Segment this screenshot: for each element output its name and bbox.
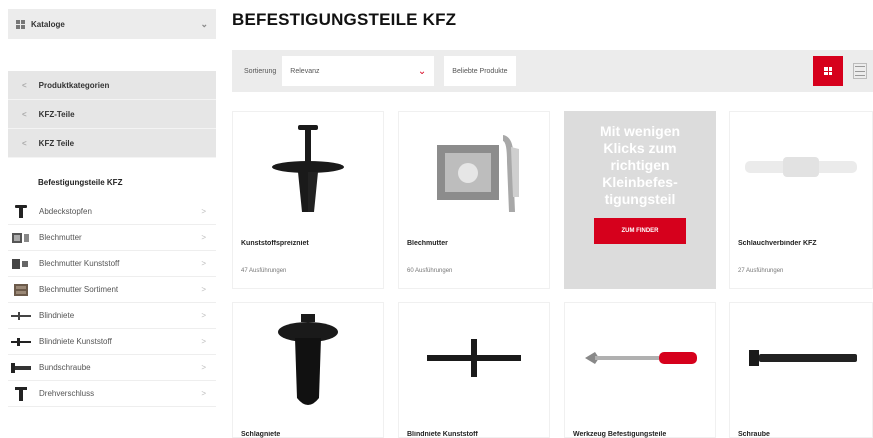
subcategory-item[interactable]: Drehverschluss > [8,381,216,407]
catalog-dropdown[interactable]: Kataloge ⌄ [8,9,216,39]
promo-text: Mit wenigen Klicks zum richtigen Kleinbe… [599,123,681,207]
chevron-right-icon: > [201,363,206,372]
push-rivet-icon [10,204,32,220]
sort-value: Relevanz [290,67,320,75]
drive-rivet-icon [233,303,383,413]
product-card[interactable]: Blechmutter 60 Ausführungen [398,111,550,289]
chevron-right-icon: > [201,233,206,242]
sheet-nut-icon [399,112,549,222]
crumb-kfz-teile[interactable]: < KFZ-Teile [8,100,216,129]
sort-select[interactable]: Relevanz ⌄ [282,56,435,86]
subcategory-item[interactable]: Blechmutter > [8,225,216,251]
blind-rivet-icon [10,308,32,324]
chevron-right-icon: > [201,207,206,216]
crumb-kfz-teile-2[interactable]: < KFZ Teile [8,129,216,158]
crumb-label: KFZ-Teile [38,109,75,119]
finder-button[interactable]: ZUM FINDER [594,218,686,244]
product-name: Schlagniete [241,431,281,438]
hose-connector-icon [730,112,872,222]
current-category: Befestigungsteile KFZ [38,178,123,187]
popular-products-button[interactable]: Beliebte Produkte [444,56,516,86]
category-breadcrumb: < Produktkategorien < KFZ-Teile < KFZ Te… [8,71,216,158]
page-title: BEFESTIGUNGSTEILE KFZ [232,10,457,29]
subcategory-item[interactable]: Blindniete Kunststoff > [8,329,216,355]
chevron-left-icon: < [22,80,27,90]
subcategory-label: Blindniete [39,311,75,320]
sort-label: Sortierung [244,67,277,75]
list-view-button[interactable] [853,63,867,79]
plastic-sheet-nut-icon [10,256,32,272]
spreading-rivet-icon [233,112,383,222]
product-name: Schlauchverbinder KFZ [738,240,817,247]
screw-icon [730,303,872,413]
grid-view-icon [824,67,832,75]
chevron-right-icon: > [201,389,206,398]
subcategory-item[interactable]: Blindniete > [8,303,216,329]
product-variants: 60 Ausführungen [407,268,453,274]
crumb-produktkategorien[interactable]: < Produktkategorien [8,71,216,100]
subcategory-label: Abdeckstopfen [39,207,92,216]
product-variants: 47 Ausführungen [241,268,287,274]
subcategory-label: Blechmutter Sortiment [39,285,119,294]
assortment-box-icon [10,282,32,298]
flange-screw-icon [10,360,32,376]
product-name: Schraube [738,431,770,438]
product-name: Blechmutter [407,240,448,247]
product-variants: 27 Ausführungen [738,268,784,274]
grid-view-button[interactable] [813,56,843,86]
product-name: Kunststoffspreizniet [241,240,309,247]
subcategory-item[interactable]: Abdeckstopfen > [8,199,216,225]
twist-lock-icon [10,386,32,402]
subcategory-label: Blindniete Kunststoff [39,337,112,346]
chevron-left-icon: < [22,109,27,119]
list-view-icon [855,66,865,67]
chevron-down-icon: ⌄ [417,65,427,77]
chevron-right-icon: > [201,285,206,294]
chevron-down-icon: ⌄ [200,18,208,29]
product-card[interactable]: Blindniete Kunststoff [398,302,550,438]
chevron-right-icon: > [201,337,206,346]
chevron-right-icon: > [201,259,206,268]
subcategory-label: Blechmutter [39,233,82,242]
sort-toolbar: Sortierung Relevanz ⌄ Beliebte Produkte [232,50,873,92]
sheet-nut-icon [10,230,32,246]
crumb-label: KFZ Teile [38,138,75,148]
product-card[interactable]: Schraube [729,302,873,438]
subcategory-list: Abdeckstopfen > Blechmutter > Blechmutte… [8,199,216,407]
product-name: Werkzeug Befestigungsteile [573,431,667,438]
subcategory-label: Drehverschluss [39,389,95,398]
plastic-blind-rivet-icon [399,303,549,413]
plastic-blind-rivet-icon [10,334,32,350]
subcategory-item[interactable]: Bundschraube > [8,355,216,381]
subcategory-item[interactable]: Blechmutter Kunststoff > [8,251,216,277]
chevron-right-icon: > [201,311,206,320]
screwdriver-tool-icon [565,303,715,413]
product-name: Blindniete Kunststoff [407,431,478,438]
subcategory-label: Bundschraube [39,363,91,372]
catalog-label: Kataloge [31,19,65,29]
product-card[interactable]: Schlauchverbinder KFZ 27 Ausführungen [729,111,873,289]
product-card[interactable]: Kunststoffspreizniet 47 Ausführungen [232,111,384,289]
crumb-label: Produktkategorien [38,80,110,90]
chevron-left-icon: < [22,138,27,148]
finder-promo: Mit wenigen Klicks zum richtigen Kleinbe… [564,111,716,289]
grid-menu-icon [16,19,25,29]
subcategory-item[interactable]: Blechmutter Sortiment > [8,277,216,303]
sidebar: Kataloge ⌄ < Produktkategorien < KFZ-Tei… [0,0,216,438]
product-card[interactable]: Schlagniete [232,302,384,438]
product-card[interactable]: Werkzeug Befestigungsteile [564,302,716,438]
subcategory-label: Blechmutter Kunststoff [39,259,120,268]
